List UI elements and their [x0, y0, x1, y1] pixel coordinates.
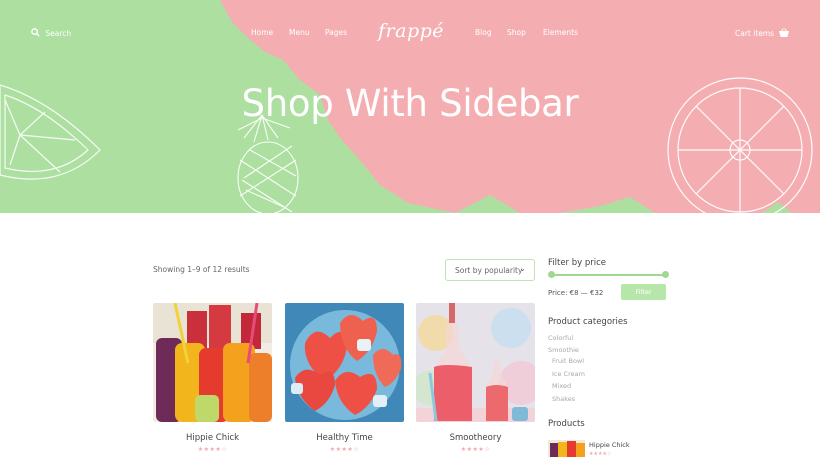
category-mixed[interactable]: Mixed — [552, 382, 571, 390]
product-image[interactable] — [153, 303, 272, 422]
sort-value: Sort by popularity — [455, 266, 523, 275]
product-image[interactable] — [285, 303, 404, 422]
category-colorful[interactable]: Colorful — [548, 334, 573, 342]
nav-blog[interactable]: Blog — [475, 28, 492, 37]
product-name[interactable]: Healthy Time — [285, 433, 404, 443]
rating-stars: ★★★★☆ — [197, 446, 228, 453]
rating-stars: ★★★★☆ — [460, 446, 491, 453]
nav-menu[interactable]: Menu — [289, 28, 310, 37]
products-title: Products — [548, 419, 585, 429]
search-label: Search — [45, 29, 72, 38]
category-smoothie[interactable]: Smoothie — [548, 346, 579, 354]
nav-shop[interactable]: Shop — [507, 28, 526, 37]
search-link[interactable]: Search — [31, 28, 71, 38]
page-title: Shop With Sidebar — [241, 82, 579, 125]
chevron-down-icon: ⌄ — [519, 264, 526, 273]
filter-button[interactable]: Filter — [621, 284, 666, 300]
sort-select[interactable]: Sort by popularity ⌄ — [445, 259, 535, 281]
cart-label: Cart items — [735, 29, 775, 38]
mini-product-name[interactable]: Hippie Chick — [589, 441, 630, 449]
category-fruit-bowl[interactable]: Fruit Bowl — [552, 357, 584, 365]
product-card[interactable]: Healthy Time ★★★★☆ — [285, 303, 404, 453]
price-slider-max-handle[interactable] — [662, 271, 669, 278]
basket-icon — [779, 28, 790, 37]
search-icon — [31, 28, 40, 37]
price-slider-min-handle[interactable] — [548, 271, 555, 278]
product-name[interactable]: Smootheory — [416, 433, 535, 443]
site-logo[interactable]: frappé — [378, 20, 444, 42]
product-card[interactable]: Hippie Chick ★★★★☆ — [153, 303, 272, 453]
hero-banner: Search Home Menu Pages frappé Blog Shop … — [0, 0, 820, 213]
nav-pages[interactable]: Pages — [325, 28, 347, 37]
pineapple-illustration — [237, 114, 299, 213]
product-card[interactable]: Smootheory ★★★★☆ — [416, 303, 535, 453]
mini-product-thumbnail[interactable] — [548, 440, 585, 457]
category-ice-cream[interactable]: Ice Cream — [552, 370, 585, 378]
cart-link[interactable]: Cart items — [735, 28, 790, 38]
nav-elements[interactable]: Elements — [543, 28, 578, 37]
mini-product-stars: ★★★★☆ — [589, 451, 612, 457]
category-shakes[interactable]: Shakes — [552, 395, 575, 403]
nav-home[interactable]: Home — [251, 28, 273, 37]
product-image[interactable] — [416, 303, 535, 422]
results-count: Showing 1–9 of 12 results — [153, 265, 250, 274]
categories-title: Product categories — [548, 317, 628, 327]
price-range-label: Price: €8 — €32 — [548, 289, 604, 297]
rating-stars: ★★★★☆ — [329, 446, 360, 453]
filter-price-title: Filter by price — [548, 258, 607, 268]
price-slider-track[interactable] — [551, 274, 665, 276]
product-name[interactable]: Hippie Chick — [153, 433, 272, 443]
